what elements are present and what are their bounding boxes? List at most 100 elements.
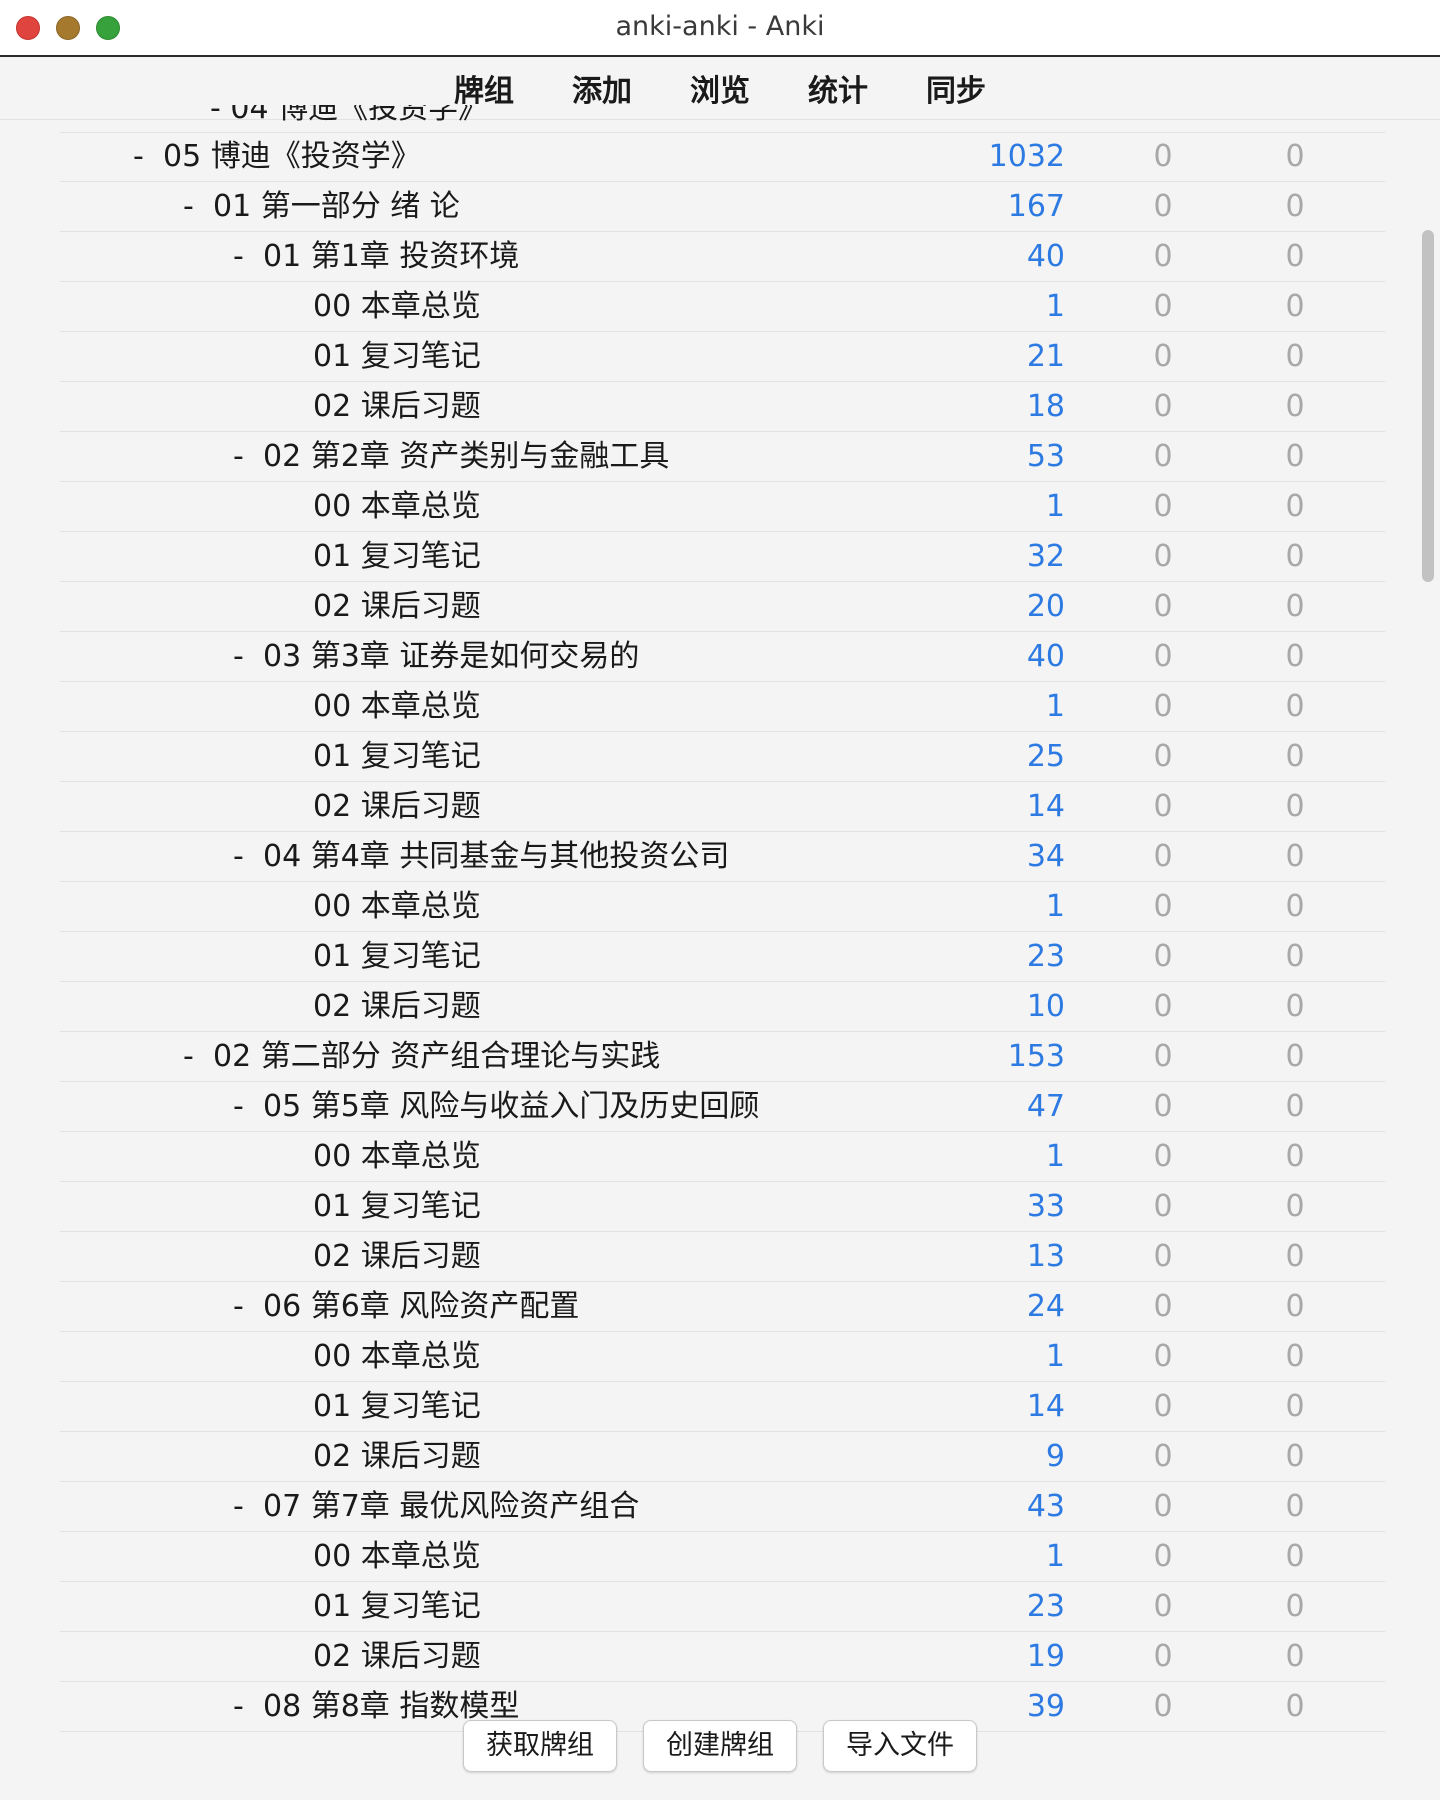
- deck-row[interactable]: -05 第5章 风险与收益入门及历史回顾 47 0 0: [60, 1082, 1385, 1132]
- deck-name[interactable]: 00 本章总览: [313, 282, 481, 331]
- deck-name[interactable]: 01 复习笔记: [313, 532, 481, 581]
- deck-name[interactable]: 06 第6章 风险资产配置: [263, 1282, 579, 1331]
- deck-name[interactable]: 02 课后习题: [313, 1432, 481, 1481]
- deck-name[interactable]: 02 课后习题: [313, 982, 481, 1031]
- deck-row[interactable]: -02 第二部分 资产组合理论与实践 153 0 0: [60, 1032, 1385, 1082]
- nav-browse[interactable]: 浏览: [690, 66, 750, 110]
- deck-name[interactable]: 01 第1章 投资环境: [263, 232, 519, 281]
- deck-name[interactable]: 02 课后习题: [313, 1632, 481, 1681]
- new-count: 40: [1026, 639, 1065, 674]
- deck-row[interactable]: -05 博迪《投资学》 1032 0 0: [60, 132, 1385, 182]
- due-count: 0: [1285, 1639, 1305, 1674]
- deck-name[interactable]: 04 第4章 共同基金与其他投资公司: [263, 832, 729, 881]
- learn-count: 0: [1153, 689, 1173, 724]
- deck-row[interactable]: -06 第6章 风险资产配置 24 0 0: [60, 1282, 1385, 1332]
- deck-row[interactable]: 00 本章总览 1 0 0: [60, 1132, 1385, 1182]
- deck-row[interactable]: 02 课后习题 18 0 0: [60, 382, 1385, 432]
- deck-name[interactable]: 01 复习笔记: [313, 332, 481, 381]
- new-count: 153: [1007, 1039, 1065, 1074]
- collapse-toggle[interactable]: -: [233, 1082, 244, 1131]
- collapse-toggle[interactable]: -: [233, 1482, 244, 1531]
- deck-row[interactable]: 00 本章总览 1 0 0: [60, 882, 1385, 932]
- deck-row[interactable]: 00 本章总览 1 0 0: [60, 482, 1385, 532]
- due-count: 0: [1285, 1089, 1305, 1124]
- deck-name[interactable]: 02 课后习题: [313, 382, 481, 431]
- deck-row[interactable]: 01 复习笔记 33 0 0: [60, 1182, 1385, 1232]
- new-count: 167: [1007, 189, 1065, 224]
- deck-name[interactable]: 05 第5章 风险与收益入门及历史回顾: [263, 1082, 759, 1131]
- deck-name[interactable]: 00 本章总览: [313, 882, 481, 931]
- deck-name[interactable]: 02 课后习题: [313, 782, 481, 831]
- deck-row[interactable]: 02 课后习题 14 0 0: [60, 782, 1385, 832]
- deck-name[interactable]: 00 本章总览: [313, 1132, 481, 1181]
- new-count: 1: [1045, 1339, 1065, 1374]
- deck-row[interactable]: 00 本章总览 1 0 0: [60, 1532, 1385, 1582]
- due-count: 0: [1285, 1339, 1305, 1374]
- deck-name[interactable]: 02 课后习题: [313, 1232, 481, 1281]
- new-count: 25: [1026, 739, 1065, 774]
- create-deck-button[interactable]: 创建牌组: [643, 1720, 797, 1772]
- deck-row[interactable]: 00 本章总览 1 0 0: [60, 282, 1385, 332]
- deck-name[interactable]: 02 第二部分 资产组合理论与实践: [213, 1032, 660, 1081]
- deck-row[interactable]: 01 复习笔记 23 0 0: [60, 1582, 1385, 1632]
- deck-row[interactable]: 02 课后习题 13 0 0: [60, 1232, 1385, 1282]
- deck-row[interactable]: -03 第3章 证券是如何交易的 40 0 0: [60, 632, 1385, 682]
- collapse-toggle[interactable]: -: [183, 1032, 194, 1081]
- new-count: 24: [1026, 1289, 1065, 1324]
- import-file-button[interactable]: 导入文件: [823, 1720, 977, 1772]
- deck-name[interactable]: 01 复习笔记: [313, 1382, 481, 1431]
- due-count: 0: [1285, 1139, 1305, 1174]
- deck-name[interactable]: 07 第7章 最优风险资产组合: [263, 1482, 639, 1531]
- deck-name[interactable]: 00 本章总览: [313, 482, 481, 531]
- deck-name[interactable]: 02 课后习题: [313, 582, 481, 631]
- learn-count: 0: [1153, 289, 1173, 324]
- learn-count: 0: [1153, 839, 1173, 874]
- learn-count: 0: [1153, 1139, 1173, 1174]
- get-shared-decks-button[interactable]: 获取牌组: [463, 1720, 617, 1772]
- collapse-toggle[interactable]: -: [233, 1282, 244, 1331]
- collapse-toggle[interactable]: -: [133, 132, 144, 181]
- deck-row[interactable]: 02 课后习题 20 0 0: [60, 582, 1385, 632]
- nav-add[interactable]: 添加: [572, 66, 632, 110]
- deck-name[interactable]: 00 本章总览: [313, 1332, 481, 1381]
- deck-name[interactable]: 05 博迪《投资学》: [163, 132, 421, 181]
- collapse-toggle[interactable]: -: [183, 182, 194, 231]
- collapse-toggle[interactable]: -: [233, 432, 244, 481]
- deck-row[interactable]: 02 课后习题 19 0 0: [60, 1632, 1385, 1682]
- deck-name[interactable]: 01 复习笔记: [313, 932, 481, 981]
- deck-row[interactable]: -07 第7章 最优风险资产组合 43 0 0: [60, 1482, 1385, 1532]
- deck-name[interactable]: 01 复习笔记: [313, 1182, 481, 1231]
- nav-decks[interactable]: 牌组: [454, 66, 514, 110]
- vertical-scrollbar[interactable]: [1422, 230, 1434, 582]
- deck-row[interactable]: 01 复习笔记 25 0 0: [60, 732, 1385, 782]
- due-count: 0: [1285, 889, 1305, 924]
- deck-row[interactable]: 00 本章总览 1 0 0: [60, 1332, 1385, 1382]
- learn-count: 0: [1153, 1489, 1173, 1524]
- collapse-toggle[interactable]: -: [233, 632, 244, 681]
- deck-row[interactable]: -02 第2章 资产类别与金融工具 53 0 0: [60, 432, 1385, 482]
- nav-stats[interactable]: 统计: [808, 66, 868, 110]
- collapse-toggle[interactable]: -: [233, 232, 244, 281]
- deck-name[interactable]: 01 第一部分 绪 论: [213, 182, 460, 231]
- deck-row[interactable]: 02 课后习题 10 0 0: [60, 982, 1385, 1032]
- nav-sync[interactable]: 同步: [926, 66, 986, 110]
- deck-row[interactable]: 00 本章总览 1 0 0: [60, 682, 1385, 732]
- collapse-toggle[interactable]: -: [233, 832, 244, 881]
- learn-count: 0: [1153, 1039, 1173, 1074]
- deck-row[interactable]: -01 第1章 投资环境 40 0 0: [60, 232, 1385, 282]
- deck-name[interactable]: 02 第2章 资产类别与金融工具: [263, 432, 669, 481]
- deck-row[interactable]: 01 复习笔记 32 0 0: [60, 532, 1385, 582]
- deck-name[interactable]: 01 复习笔记: [313, 732, 481, 781]
- anki-window: anki-anki - Anki 牌组 添加 浏览 统计 同步 - 04 博迪《…: [0, 0, 1440, 1800]
- deck-row[interactable]: -01 第一部分 绪 论 167 0 0: [60, 182, 1385, 232]
- deck-row[interactable]: 01 复习笔记 14 0 0: [60, 1382, 1385, 1432]
- deck-row[interactable]: -04 第4章 共同基金与其他投资公司 34 0 0: [60, 832, 1385, 882]
- deck-name[interactable]: 01 复习笔记: [313, 1582, 481, 1631]
- deck-name[interactable]: 00 本章总览: [313, 682, 481, 731]
- new-count: 18: [1026, 389, 1065, 424]
- deck-name[interactable]: 00 本章总览: [313, 1532, 481, 1581]
- deck-row[interactable]: 02 课后习题 9 0 0: [60, 1432, 1385, 1482]
- deck-name[interactable]: 03 第3章 证券是如何交易的: [263, 632, 639, 681]
- deck-row[interactable]: 01 复习笔记 23 0 0: [60, 932, 1385, 982]
- deck-row[interactable]: 01 复习笔记 21 0 0: [60, 332, 1385, 382]
